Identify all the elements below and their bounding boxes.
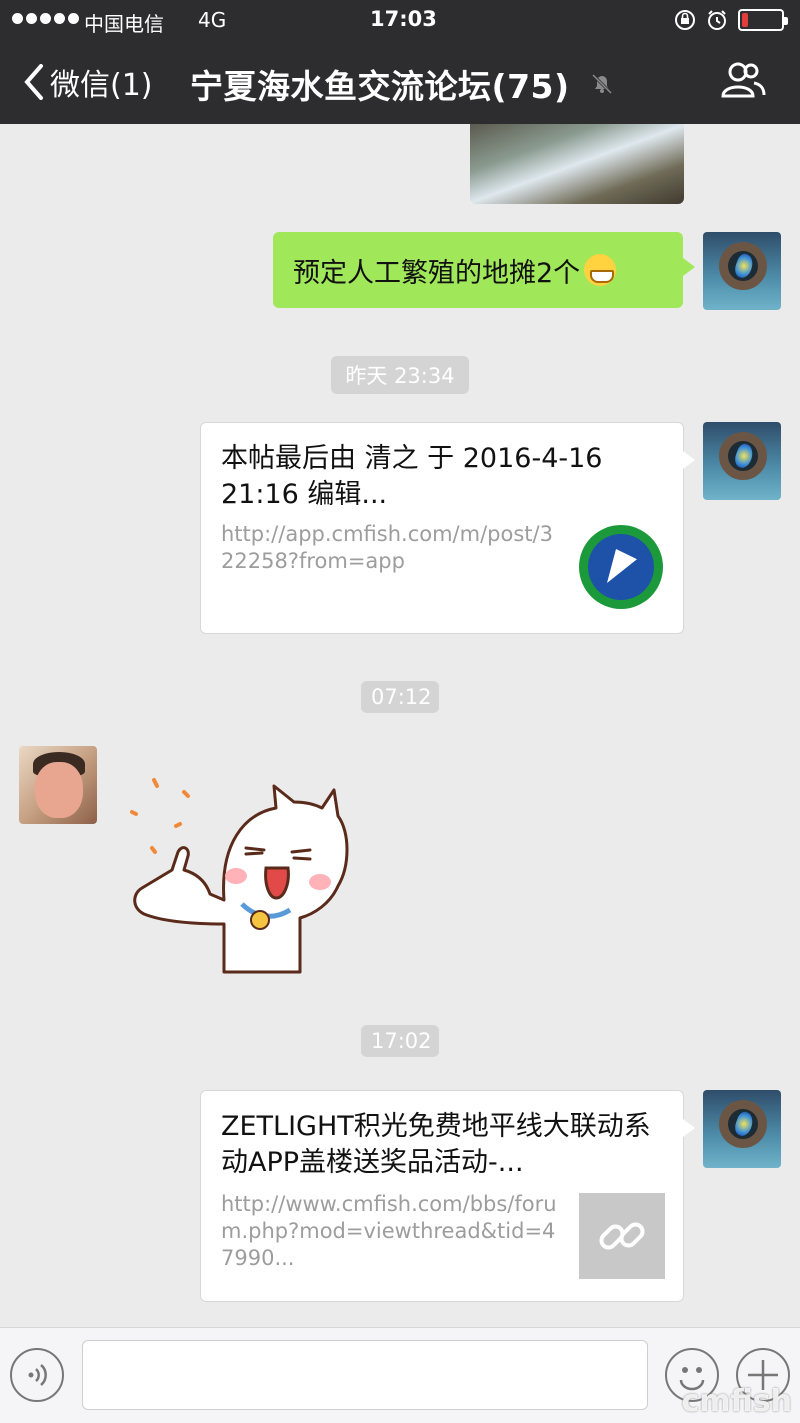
orientation-lock-icon <box>675 10 695 30</box>
message-text: 预定人工繁殖的地摊2个 <box>293 257 581 289</box>
battery-icon <box>738 9 788 31</box>
chat-title: 宁夏海水鱼交流论坛(75) <box>190 67 570 106</box>
voice-input-button[interactable] <box>10 1348 64 1402</box>
link-url: http://www.cmfish.com/bbs/forum.php?mod=… <box>221 1192 557 1270</box>
avatar[interactable] <box>19 746 97 824</box>
top-bar: 中国电信 4G 17:03 微信(1) 宁夏海水鱼交流论坛(75) <box>0 0 800 124</box>
avatar[interactable] <box>703 1090 781 1168</box>
timestamp: 07:12 <box>361 681 439 713</box>
link-chain-icon <box>599 1222 645 1250</box>
status-time: 17:03 <box>370 7 437 31</box>
timestamp: 17:02 <box>361 1025 439 1057</box>
chevron-left-icon <box>24 64 43 100</box>
link-url: http://app.cmfish.com/m/post/322258?from… <box>221 522 553 573</box>
timestamp: 昨天 23:34 <box>331 356 469 394</box>
link-card[interactable]: ZETLIGHT积光免费地平线大联动系动APP盖楼送奖品活动-... http:… <box>200 1090 695 1302</box>
back-button[interactable]: 微信(1) <box>24 60 153 104</box>
carrier-name: 中国电信 <box>84 12 164 36</box>
grin-emoji-icon <box>584 254 617 286</box>
status-bar: 中国电信 4G 17:03 <box>0 0 800 40</box>
cmfish-logo-icon <box>579 525 663 609</box>
link-title: 本帖最后由 清之 于 2016-4-16 21:16 编辑... <box>221 443 603 510</box>
sent-text-bubble[interactable]: 预定人工繁殖的地摊2个 <box>273 232 695 308</box>
link-thumbnail <box>579 1193 665 1279</box>
network-type: 4G <box>198 8 227 32</box>
avatar[interactable] <box>703 422 781 500</box>
link-card[interactable]: 本帖最后由 清之 于 2016-4-16 21:16 编辑... http://… <box>200 422 695 634</box>
message-input[interactable] <box>82 1340 648 1410</box>
back-label: 微信(1) <box>50 68 153 103</box>
mute-bell-icon <box>591 73 613 95</box>
voice-icon <box>28 1364 47 1386</box>
image-message[interactable] <box>470 124 684 204</box>
watermark: cmfish <box>681 1384 793 1419</box>
chat-area[interactable]: 预定人工繁殖的地摊2个 昨天 23:34 本帖最后由 清之 于 2016-4-1… <box>0 124 800 1327</box>
alarm-icon <box>708 10 726 30</box>
link-title: ZETLIGHT积光免费地平线大联动系动APP盖楼送奖品活动-... <box>221 1111 651 1178</box>
nav-bar: 微信(1) 宁夏海水鱼交流论坛(75) <box>0 40 800 124</box>
input-bar: cmfish <box>0 1327 800 1423</box>
signal-strength-icon <box>12 13 79 24</box>
group-members-icon[interactable] <box>720 62 766 98</box>
thumbs-up-cat-sticker[interactable] <box>124 774 354 984</box>
avatar[interactable] <box>703 232 781 310</box>
